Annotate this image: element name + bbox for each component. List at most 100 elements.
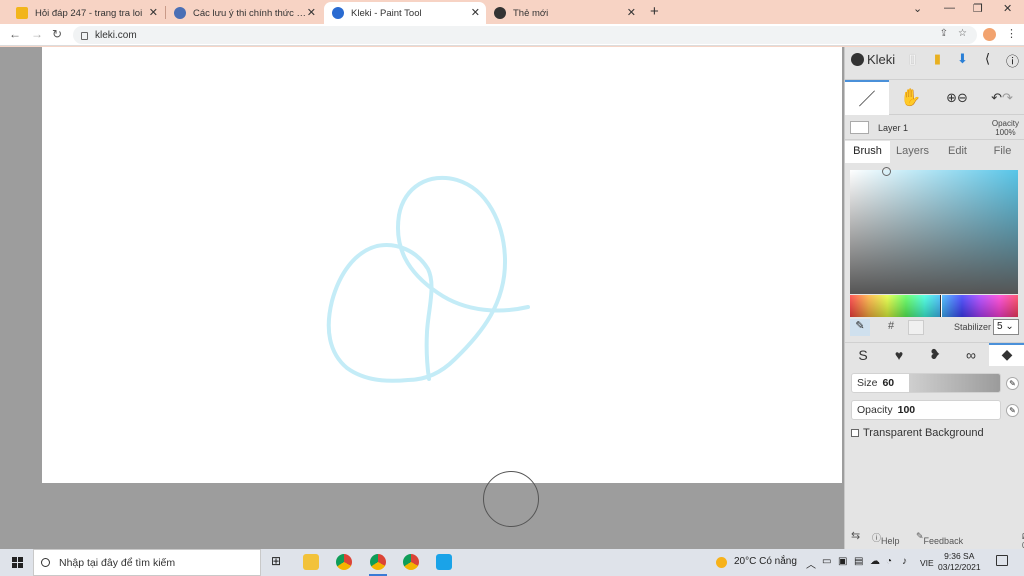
lock-icon	[81, 32, 88, 40]
hand-icon: ✋	[900, 87, 922, 107]
brush-type-row: S ♥ ❥ ∞ ◆	[845, 342, 1024, 366]
stabilizer-select[interactable]: 5 ⌄	[993, 319, 1019, 335]
share-page-icon[interactable]: ⇪	[940, 28, 948, 39]
pen-brush-icon: S	[858, 346, 868, 363]
tab-file[interactable]: File	[980, 141, 1024, 163]
zoom-buttons[interactable]: ⊕ ⊖	[935, 80, 979, 115]
smudge-brush-button[interactable]: ∞	[953, 343, 989, 366]
blend-brush-button[interactable]: ♥	[881, 343, 917, 366]
tray-chevron-icon[interactable]: ︿	[806, 556, 816, 571]
file-explorer-icon[interactable]	[303, 554, 319, 570]
panel-tabs: Brush Layers Edit File	[845, 141, 1024, 163]
address-bar[interactable]: kleki.com ⇪ ☆	[73, 26, 977, 44]
opacity-slider[interactable]: Opacity 100	[851, 400, 1001, 420]
browser-tab-new[interactable]: Thẻ mới ✕	[486, 2, 642, 24]
redo-icon[interactable]: ↷	[1002, 90, 1013, 106]
reload-icon[interactable]: ↻	[52, 27, 62, 41]
tab-search-chevron-icon[interactable]: ⌄	[913, 2, 922, 15]
profile-avatar-icon[interactable]	[983, 28, 996, 41]
browser-tab-kleki[interactable]: Kleki - Paint Tool ✕	[324, 2, 486, 24]
notification-icon[interactable]	[996, 555, 1008, 566]
canvas-workspace[interactable]	[0, 47, 844, 549]
open-image-icon[interactable]: ▮	[930, 51, 945, 70]
help-link[interactable]: ⓘ Help	[872, 531, 900, 546]
close-tab-icon[interactable]: ✕	[307, 6, 316, 19]
transparent-bg-checkbox[interactable]: Transparent Background	[851, 427, 984, 439]
zoom-in-icon[interactable]: ⊕	[946, 90, 957, 106]
share-icon[interactable]: ⟨	[980, 51, 995, 70]
search-icon	[41, 558, 50, 567]
wifi-icon[interactable]: ◔	[886, 556, 892, 567]
new-tab-button[interactable]: +	[650, 3, 659, 20]
camera-icon[interactable]: ▤	[854, 556, 863, 567]
browser-tab-cac-luu-y[interactable]: Các lưu ý thi chính thức cấp trườ ✕	[166, 2, 322, 24]
feedback-link[interactable]: ✎ Feedback	[916, 531, 963, 546]
pen-brush-button[interactable]: S	[845, 343, 881, 366]
eraser-icon: ◆	[1001, 346, 1013, 362]
tab-brush[interactable]: Brush	[845, 141, 890, 163]
bookmark-star-icon[interactable]: ☆	[958, 28, 967, 39]
tab-layers[interactable]: Layers	[890, 141, 935, 163]
minimize-icon[interactable]: —	[944, 2, 955, 14]
tab-edit[interactable]: Edit	[935, 141, 980, 163]
task-view-icon[interactable]: ⊞	[271, 554, 281, 568]
hand-tool-button[interactable]: ✋	[889, 80, 933, 115]
skype-icon[interactable]	[436, 554, 452, 570]
meet-icon[interactable]: ▣	[838, 556, 847, 567]
browser-menu-icon[interactable]: ⋮	[1006, 27, 1017, 40]
browser-tab-hoidap[interactable]: Hỏi đáp 247 - trang tra loi ✕	[8, 2, 164, 24]
size-pressure-toggle-icon[interactable]: ✎	[1006, 377, 1019, 390]
secondary-color-swatch[interactable]	[908, 320, 924, 335]
download-icon[interactable]: ⬇	[955, 51, 970, 70]
undo-icon[interactable]: ↶	[991, 90, 1002, 106]
brush-cursor-ring	[483, 471, 539, 527]
opacity-label: Opacity	[857, 404, 893, 416]
color-picker-knob[interactable]	[882, 167, 891, 176]
maximize-icon[interactable]: ❐	[973, 2, 983, 15]
eraser-button[interactable]: ◆	[989, 343, 1024, 366]
close-tab-icon[interactable]: ✕	[471, 6, 480, 19]
battery-icon[interactable]: ▭	[822, 556, 831, 567]
zoom-out-icon[interactable]: ⊖	[957, 90, 968, 106]
current-layer-row[interactable]: Layer 1 Opacity 100%	[845, 116, 1024, 140]
sketchy-brush-button[interactable]: ❥	[917, 343, 953, 366]
opacity-pressure-toggle-icon[interactable]: ✎	[1006, 404, 1019, 417]
weather-text[interactable]: 20°C Có nắng	[734, 556, 797, 567]
close-tab-icon[interactable]: ✕	[627, 6, 636, 19]
swap-panel-icon[interactable]: ⇆	[851, 529, 860, 542]
windows-start-icon[interactable]	[12, 557, 23, 568]
color-saturation-field[interactable]	[850, 167, 1018, 294]
drawing-canvas[interactable]	[42, 47, 842, 483]
taskbar-search-box[interactable]: Nhập tại đây để tìm kiếm	[33, 549, 261, 576]
clock-date: 03/12/2021	[938, 562, 981, 572]
layer-opacity-value: 100%	[995, 128, 1016, 137]
close-tab-icon[interactable]: ✕	[149, 6, 158, 19]
kleki-side-panel: Kleki ▯ ▮ ⬇ ⟨ ⓘ ／ ✋ ⊕ ⊖ ↶ ↷ Layer 1 Opacit…	[844, 47, 1024, 550]
taskbar-clock[interactable]: 9:36 SA 03/12/2021	[938, 551, 981, 573]
forward-arrow-icon[interactable]: →	[31, 27, 43, 41]
brush-tool-button[interactable]: ／	[845, 80, 889, 115]
main-tools-row: ／ ✋ ⊕ ⊖ ↶ ↷	[845, 79, 1024, 115]
hue-marker[interactable]	[940, 295, 942, 317]
hue-slider[interactable]	[850, 295, 1018, 317]
chrome-icon[interactable]	[336, 554, 352, 570]
volume-icon[interactable]: ♪	[902, 556, 907, 567]
checkbox-box[interactable]	[851, 429, 859, 437]
help-icon[interactable]: ⓘ	[1005, 51, 1020, 70]
size-slider[interactable]: Size 60	[851, 373, 1001, 393]
eyedropper-icon[interactable]: ✎	[850, 319, 870, 336]
cloud-icon[interactable]: ☁	[870, 556, 880, 567]
chrome-profile-icon[interactable]	[370, 554, 386, 570]
undo-redo-buttons[interactable]: ↶ ↷	[980, 80, 1024, 115]
language-indicator[interactable]: VIE	[920, 558, 934, 568]
size-label: Size	[857, 377, 878, 389]
windows-taskbar: Nhập tại đây để tìm kiếm ⊞ 20°C Có nắng …	[0, 549, 1024, 576]
kleki-logo[interactable]: Kleki	[851, 52, 895, 67]
stabilizer-label: Stabilizer	[954, 322, 992, 332]
close-window-icon[interactable]: ✕	[1003, 2, 1012, 15]
brush-icon: ／	[858, 90, 876, 109]
chrome-second-icon[interactable]	[403, 554, 419, 570]
back-arrow-icon[interactable]: ←	[9, 27, 21, 41]
hex-input-button[interactable]: #	[888, 320, 894, 332]
new-image-icon[interactable]: ▯	[905, 51, 920, 70]
